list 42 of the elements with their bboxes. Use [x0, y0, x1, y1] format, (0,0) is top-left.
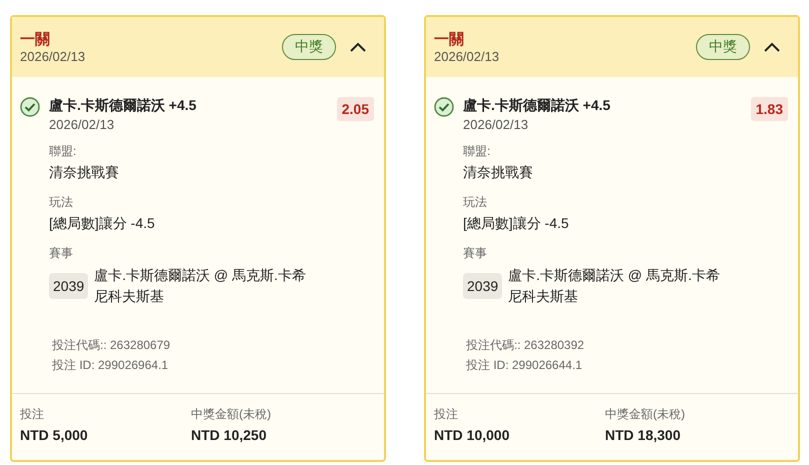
payout-amount: NTD 18,300 [605, 427, 680, 443]
odds-value: 1.83 [750, 97, 788, 121]
bet-type: 一關 [20, 30, 50, 49]
field-label: 賽事 [49, 245, 73, 262]
bet-id: 投注 ID: 299026644.1 [466, 357, 582, 374]
bet-code: 投注代碼:: 263280679 [52, 337, 170, 354]
stake-amount: NTD 5,000 [20, 427, 88, 443]
bet-type: 一關 [434, 30, 464, 49]
league-name: 清奈挑戰賽 [49, 164, 119, 182]
stake-label: 投注 [434, 406, 458, 423]
field-label: 聯盟: [49, 143, 76, 160]
market-name: [總局數]讓分 -4.5 [49, 215, 155, 233]
stake-amount: NTD 10,000 [434, 427, 510, 443]
event-name: 盧卡.卡斯德爾諾沃 @ 馬克斯.卡希尼科夫斯基 [508, 266, 721, 306]
stake-label: 投注 [20, 406, 44, 423]
caret-icon [350, 42, 366, 52]
selection-name: 盧卡.卡斯德爾諾沃 +4.5 [463, 97, 610, 115]
selection-date: 2026/02/13 [49, 117, 114, 132]
field-label: 聯盟: [463, 143, 490, 160]
odds-value: 2.05 [336, 97, 374, 121]
event-number: 2039 [49, 273, 88, 299]
status-badge: 中獎 [282, 34, 336, 60]
status-badge: 中獎 [696, 34, 750, 60]
league-name: 清奈挑戰賽 [463, 164, 533, 182]
field-label: 玩法 [49, 194, 73, 211]
event-name: 盧卡.卡斯德爾諾沃 @ 馬克斯.卡希尼科夫斯基 [94, 266, 307, 306]
bet-date: 2026/02/13 [20, 49, 86, 64]
bet-id: 投注 ID: 299026964.1 [52, 357, 168, 374]
payout-label: 中獎金額(未稅) [605, 406, 685, 423]
field-label: 玩法 [463, 194, 487, 211]
bet-code: 投注代碼:: 263280392 [466, 337, 584, 354]
payout-amount: NTD 10,250 [191, 427, 266, 443]
check-circle-icon [20, 97, 40, 117]
selection-name: 盧卡.卡斯德爾諾沃 +4.5 [49, 97, 196, 115]
selection-date: 2026/02/13 [463, 117, 528, 132]
field-label: 賽事 [463, 245, 487, 262]
caret-icon [764, 42, 780, 52]
event-number: 2039 [463, 273, 502, 299]
bet-date: 2026/02/13 [434, 49, 500, 64]
check-circle-icon [434, 97, 454, 117]
payout-label: 中獎金額(未稅) [191, 406, 271, 423]
market-name: [總局數]讓分 -4.5 [463, 215, 569, 233]
